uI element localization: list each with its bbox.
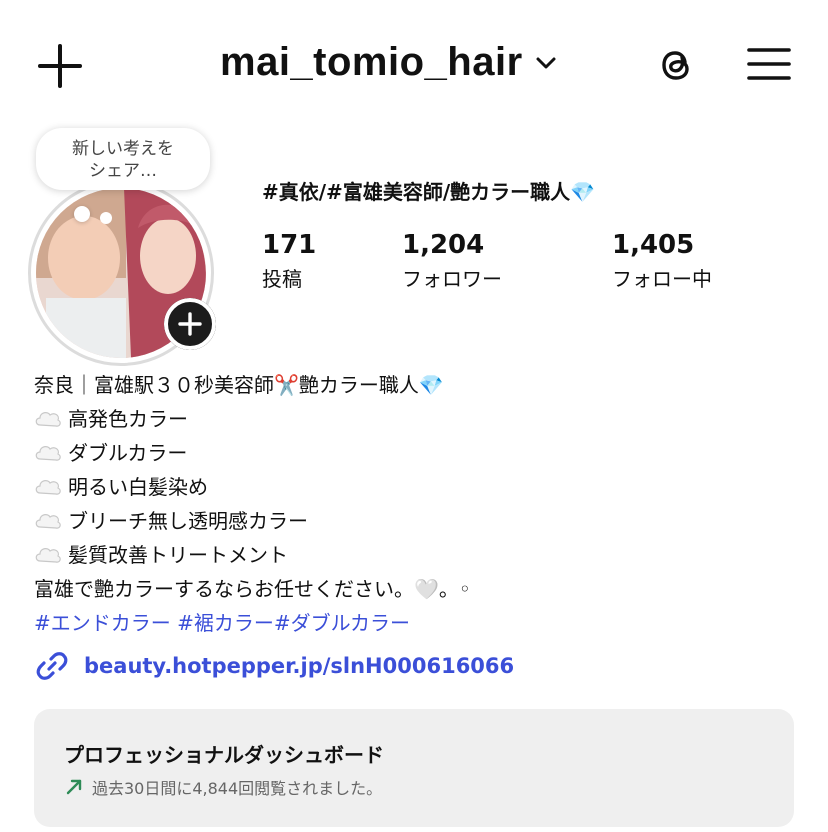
thought-bubble-icon <box>35 548 61 563</box>
bio-item: 明るい白髪染め <box>34 470 794 504</box>
threads-icon[interactable] <box>654 42 700 88</box>
posts-label: 投稿 <box>262 267 302 291</box>
bio-item-text: 高発色カラー <box>68 407 188 431</box>
link-url[interactable]: beauty.hotpepper.jp/slnH000616066 <box>84 654 514 678</box>
username-title: mai_tomio_hair <box>220 40 523 84</box>
note-line-2: シェア… <box>89 161 157 181</box>
note-line-1: 新しい考えを <box>72 139 174 159</box>
bio-item: 高発色カラー <box>34 402 794 436</box>
bio-line: 奈良｜富雄駅３０秒美容師✂️艶カラー職人💎 <box>34 373 444 397</box>
note-bubble[interactable]: 新しい考えを シェア… <box>36 128 210 190</box>
bio-item-text: 明るい白髪染め <box>68 475 208 499</box>
add-story-button[interactable] <box>164 298 216 350</box>
chevron-down-icon <box>536 57 556 68</box>
dashboard-title: プロフェッショナルダッシュボード <box>64 743 384 767</box>
stat-posts[interactable]: 171 投稿 <box>262 230 316 294</box>
thought-bubble-icon <box>35 514 61 529</box>
dashboard-subtitle-row: 過去30日間に4,844回閲覧されました。 <box>64 775 382 799</box>
bio-item: ダブルカラー <box>34 436 794 470</box>
plus-icon[interactable] <box>36 42 84 90</box>
following-label: フォロー中 <box>612 267 712 291</box>
followers-label: フォロワー <box>402 267 502 291</box>
professional-dashboard[interactable]: プロフェッショナルダッシュボード 過去30日間に4,844回閲覧されました。 <box>34 709 794 827</box>
bio-hashtags[interactable]: #エンドカラー #裾カラー#ダブルカラー <box>34 606 794 640</box>
stat-followers[interactable]: 1,204 フォロワー <box>402 230 502 294</box>
profile-category: #真依/#富雄美容師/艶カラー職人💎 <box>262 180 596 204</box>
followers-count: 1,204 <box>402 230 485 260</box>
posts-count: 171 <box>262 230 317 260</box>
bio-item-text: ブリーチ無し透明感カラー <box>68 509 308 533</box>
stat-following[interactable]: 1,405 フォロー中 <box>612 230 712 294</box>
menu-icon[interactable] <box>745 44 793 84</box>
thought-bubble-icon <box>35 446 61 461</box>
link-icon <box>36 652 68 680</box>
profile-link[interactable]: beauty.hotpepper.jp/slnH000616066 <box>34 648 514 684</box>
profile-bio: 奈良｜富雄駅３０秒美容師✂️艶カラー職人💎 高発色カラー ダブルカラー 明るい白… <box>34 368 794 640</box>
account-switcher[interactable]: mai_tomio_hair <box>220 40 559 85</box>
bio-item-text: ダブルカラー <box>68 441 188 465</box>
bio-closing: 富雄で艶カラーするならお任せください。🤍。◦ <box>34 577 471 601</box>
bio-item: ブリーチ無し透明感カラー <box>34 504 794 538</box>
bio-item-text: 髪質改善トリートメント <box>68 543 288 567</box>
trend-up-icon <box>66 779 82 795</box>
profile-header: mai_tomio_hair <box>0 0 828 130</box>
following-count: 1,405 <box>612 230 695 260</box>
thought-bubble-icon <box>35 480 61 495</box>
bio-item: 髪質改善トリートメント <box>34 538 794 572</box>
dashboard-subtitle: 過去30日間に4,844回閲覧されました。 <box>92 779 383 798</box>
note-bubble-tail <box>74 206 90 222</box>
thought-bubble-icon <box>35 412 61 427</box>
